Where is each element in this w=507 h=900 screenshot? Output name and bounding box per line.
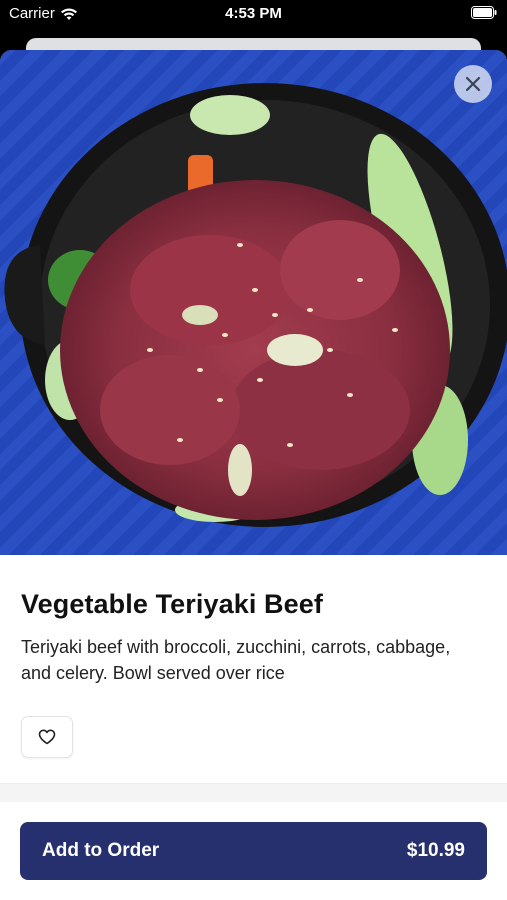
item-title: Vegetable Teriyaki Beef bbox=[21, 589, 323, 619]
close-icon bbox=[465, 76, 481, 92]
section-divider bbox=[0, 783, 507, 802]
battery-icon bbox=[471, 6, 497, 19]
close-button[interactable] bbox=[454, 65, 492, 103]
item-detail-sheet: Vegetable Teriyaki Beef Teriyaki beef wi… bbox=[0, 50, 507, 900]
teriyaki-beef-bowl-photo bbox=[0, 50, 507, 555]
add-to-order-label: Add to Order bbox=[42, 840, 160, 861]
item-info: Vegetable Teriyaki Beef Teriyaki beef wi… bbox=[0, 555, 507, 758]
favorite-button[interactable] bbox=[21, 716, 73, 758]
add-to-order-button[interactable]: Add to Order $10.99 bbox=[20, 822, 487, 880]
status-time: 4:53 PM bbox=[225, 5, 282, 22]
item-description: Teriyaki beef with broccoli, zucchini, c… bbox=[21, 637, 451, 683]
status-bar: Carrier 4:53 PM bbox=[0, 0, 507, 30]
item-price: $10.99 bbox=[406, 840, 465, 861]
heart-icon bbox=[38, 729, 56, 745]
item-photo bbox=[0, 50, 507, 555]
screen: Carrier 4:53 PM Vegetable Teriyaki Beef … bbox=[0, 0, 507, 900]
